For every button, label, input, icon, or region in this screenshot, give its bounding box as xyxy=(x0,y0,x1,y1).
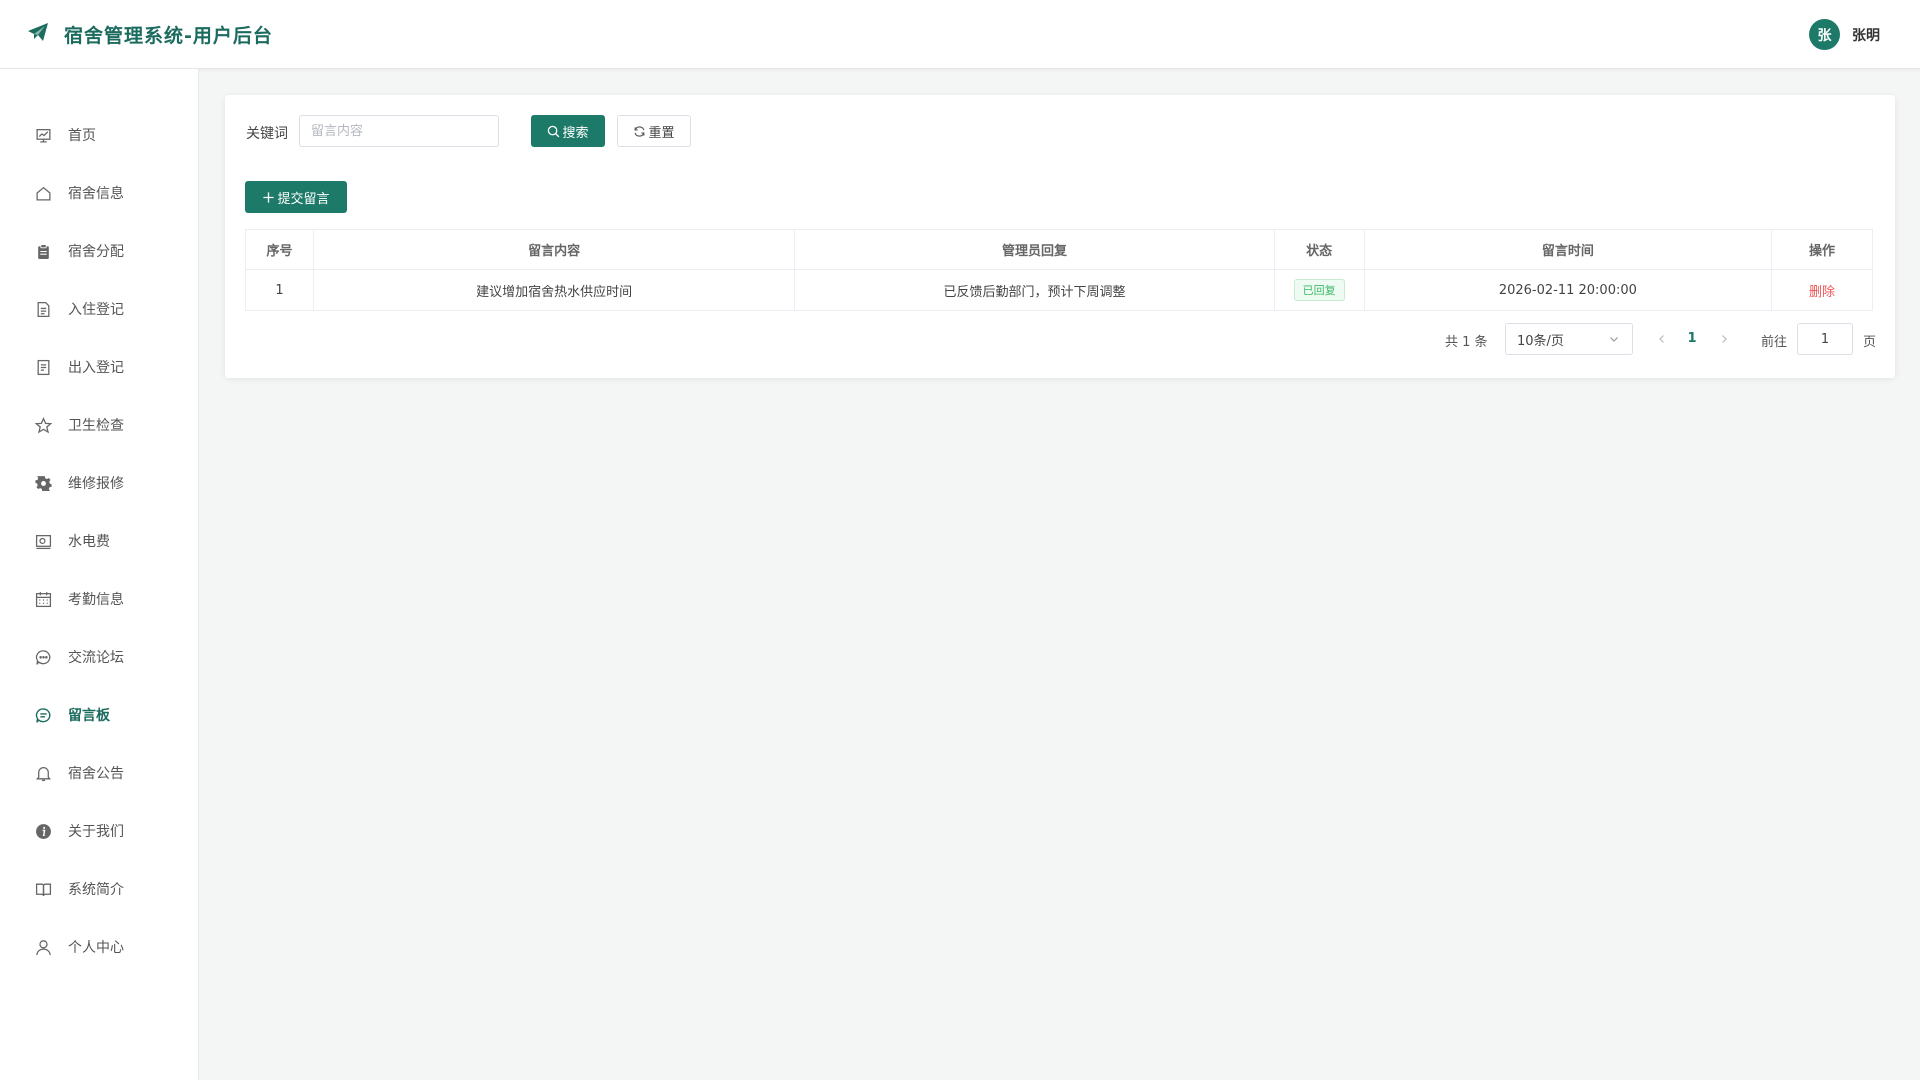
chevron-down-icon xyxy=(1610,337,1618,342)
sidebar-item-about[interactable]: 关于我们 xyxy=(0,811,199,851)
star-icon xyxy=(35,416,52,434)
sidebar-item-system-intro[interactable]: 系统简介 xyxy=(0,869,199,909)
sidebar-item-label: 个人中心 xyxy=(68,940,124,956)
page-number[interactable]: 1 xyxy=(1682,331,1702,346)
paper-plane-icon xyxy=(26,20,50,48)
sidebar-item-label: 水电费 xyxy=(68,534,110,550)
pagination-total: 共 1 条 xyxy=(1445,335,1488,350)
sidebar-item-label: 交流论坛 xyxy=(68,650,124,666)
avatar[interactable]: 张 xyxy=(1809,19,1840,50)
cell-status: 已回复 xyxy=(1275,270,1365,310)
house-icon xyxy=(35,185,52,202)
column-header-status: 状态 xyxy=(1275,230,1365,269)
goto-page-input[interactable] xyxy=(1797,323,1853,355)
book-icon xyxy=(35,881,52,898)
sidebar-item-forum[interactable]: 交流论坛 xyxy=(0,637,199,677)
chat-lines-icon xyxy=(35,707,52,724)
user-icon xyxy=(35,939,52,956)
page-suffix: 页 xyxy=(1863,335,1877,350)
column-header-actions: 操作 xyxy=(1809,244,1836,259)
column-header-time: 留言时间 xyxy=(1365,230,1773,269)
search-button-label: 搜索 xyxy=(562,125,589,141)
sidebar: 首页 宿舍信息 宿舍分配 入住登记 出入登记 卫生检查 维修报修 水电费 考勤信… xyxy=(0,69,199,1080)
sidebar-item-access-log[interactable]: 出入登记 xyxy=(0,347,199,387)
plus-icon xyxy=(263,191,275,203)
goto-label: 前往 xyxy=(1761,335,1788,350)
user-menu[interactable]: 张 张明 xyxy=(1809,19,1880,50)
user-name[interactable]: 张明 xyxy=(1852,25,1880,45)
sidebar-item-label: 宿舍分配 xyxy=(68,244,124,260)
reset-button-label: 重置 xyxy=(648,125,675,141)
sidebar-item-label: 系统简介 xyxy=(68,882,124,898)
gear-icon xyxy=(35,475,52,492)
sidebar-item-dorm-assign[interactable]: 宿舍分配 xyxy=(0,231,199,271)
sidebar-item-label: 宿舍公告 xyxy=(68,766,124,782)
main-card: 关键词 搜索 重置 提交留言 序号 留言内容 管理员回复 状态 留言时间 操作 … xyxy=(225,95,1895,378)
prev-page-icon[interactable] xyxy=(1655,332,1669,346)
chart-board-icon xyxy=(35,127,52,144)
sidebar-item-notices[interactable]: 宿舍公告 xyxy=(0,753,199,793)
clipboard-icon xyxy=(35,243,52,260)
sidebar-item-hygiene[interactable]: 卫生检查 xyxy=(0,405,199,445)
document-icon xyxy=(35,301,52,318)
ticket-icon xyxy=(35,359,52,376)
sidebar-item-label: 关于我们 xyxy=(68,824,124,840)
cell-actions: 删除 xyxy=(1772,270,1872,310)
next-page-icon[interactable] xyxy=(1717,332,1731,346)
sidebar-item-attendance[interactable]: 考勤信息 xyxy=(0,579,199,619)
top-header: 宿舍管理系统-用户后台 张 张明 xyxy=(0,0,1920,69)
sidebar-item-profile[interactable]: 个人中心 xyxy=(0,927,199,967)
delete-button[interactable]: 删除 xyxy=(1809,281,1835,300)
search-icon xyxy=(548,125,560,137)
app-title: 宿舍管理系统-用户后台 xyxy=(64,24,273,47)
column-header-content: 留言内容 xyxy=(314,230,796,269)
sidebar-item-utilities[interactable]: 水电费 xyxy=(0,521,199,561)
sidebar-item-label: 入住登记 xyxy=(68,302,124,318)
sidebar-item-dorm-info[interactable]: 宿舍信息 xyxy=(0,173,199,213)
sidebar-item-label: 留言板 xyxy=(68,708,110,724)
status-badge: 已回复 xyxy=(1293,279,1345,301)
cell-time: 2026-02-11 20:00:00 xyxy=(1365,270,1773,310)
page-size-select[interactable]: 10条/页 xyxy=(1505,323,1633,355)
brand[interactable]: 宿舍管理系统-用户后台 xyxy=(26,20,273,48)
cell-index: 1 xyxy=(246,270,314,310)
bell-icon xyxy=(35,765,52,782)
sidebar-item-message-board[interactable]: 留言板 xyxy=(0,695,199,735)
cell-content: 建议增加宿舍热水供应时间 xyxy=(314,270,796,310)
sidebar-item-checkin[interactable]: 入住登记 xyxy=(0,289,199,329)
sidebar-item-label: 卫生检查 xyxy=(68,418,124,434)
table-row: 1 建议增加宿舍热水供应时间 已反馈后勤部门，预计下周调整 已回复 2026-0… xyxy=(246,270,1872,310)
submit-message-label: 提交留言 xyxy=(277,191,330,207)
calendar-icon xyxy=(35,591,52,608)
column-header-reply: 管理员回复 xyxy=(795,230,1275,269)
sidebar-item-label: 维修报修 xyxy=(68,476,124,492)
reset-button[interactable]: 重置 xyxy=(617,115,691,147)
message-table: 序号 留言内容 管理员回复 状态 留言时间 操作 1 建议增加宿舍热水供应时间 … xyxy=(245,229,1873,311)
sidebar-item-label: 宿舍信息 xyxy=(68,186,124,202)
info-icon xyxy=(35,823,52,840)
money-icon xyxy=(35,533,52,550)
chat-dots-icon xyxy=(35,649,52,666)
sidebar-item-label: 出入登记 xyxy=(68,360,124,376)
submit-message-button[interactable]: 提交留言 xyxy=(245,181,347,213)
cell-reply: 已反馈后勤部门，预计下周调整 xyxy=(795,270,1275,310)
sidebar-item-home[interactable]: 首页 xyxy=(0,115,199,155)
sidebar-item-label: 考勤信息 xyxy=(68,592,124,608)
sidebar-item-repair[interactable]: 维修报修 xyxy=(0,463,199,503)
page-size-value: 10条/页 xyxy=(1517,333,1564,349)
search-button[interactable]: 搜索 xyxy=(531,115,605,147)
sidebar-item-label: 首页 xyxy=(68,128,96,144)
keyword-input[interactable] xyxy=(299,115,499,147)
table-header-row: 序号 留言内容 管理员回复 状态 留言时间 操作 xyxy=(246,230,1872,270)
column-header-index: 序号 xyxy=(246,230,314,269)
keyword-label: 关键词 xyxy=(246,126,288,142)
refresh-icon xyxy=(634,125,645,137)
